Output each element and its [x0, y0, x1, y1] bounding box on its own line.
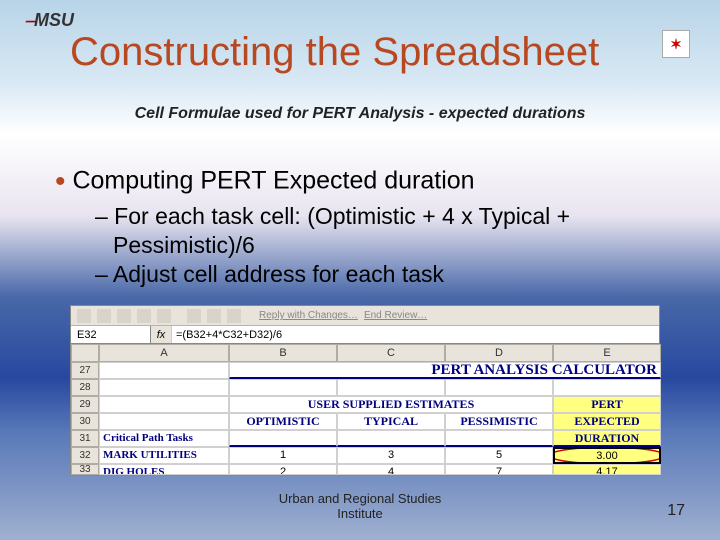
row-header[interactable]: 29	[71, 396, 99, 413]
task-label[interactable]: MARK UTILITIES	[99, 447, 229, 464]
slide-title: Constructing the Spreadsheet	[70, 30, 599, 75]
pert-title[interactable]: PERT ANALYSIS CALCULATOR	[229, 362, 661, 379]
bullet-main: • Computing PERT Expected duration	[55, 165, 475, 199]
cell[interactable]: 1	[229, 447, 337, 464]
cell[interactable]	[99, 362, 229, 379]
bullet-text: Computing PERT Expected duration	[72, 167, 474, 195]
cell[interactable]: 4	[337, 464, 445, 475]
toolbar-icon[interactable]	[207, 309, 221, 323]
task-label[interactable]: DIG HOLES	[99, 464, 229, 475]
toolbar-icon[interactable]	[77, 309, 91, 323]
footer: Urban and Regional Studies Institute	[0, 491, 720, 522]
cell-value: 3.00	[596, 450, 617, 462]
user-supplied-header[interactable]: USER SUPPLIED ESTIMATES	[229, 396, 553, 413]
formula-input[interactable]: =(B32+4*C32+D32)/6	[171, 326, 659, 343]
col-typical[interactable]: TYPICAL	[337, 413, 445, 430]
cell[interactable]	[445, 379, 553, 396]
cell[interactable]	[99, 379, 229, 396]
toolbar-icon[interactable]	[187, 309, 201, 323]
cell[interactable]: 5	[445, 447, 553, 464]
bullet-dot-icon: •	[55, 165, 66, 198]
cell[interactable]: 4.17	[553, 464, 661, 475]
col-header[interactable]: C	[337, 344, 445, 362]
toolbar-icon[interactable]	[157, 309, 171, 323]
row-header[interactable]: 32	[71, 447, 99, 464]
col-pessimistic[interactable]: PESSIMISTIC	[445, 413, 553, 430]
msu-logo: ⎯MSU	[25, 10, 74, 31]
row-header[interactable]: 31	[71, 430, 99, 447]
toolbar: Reply with Changes… End Review…	[71, 306, 659, 326]
cell[interactable]	[337, 430, 445, 447]
cell[interactable]	[445, 430, 553, 447]
col-optimistic[interactable]: OPTIMISTIC	[229, 413, 337, 430]
slide-subtitle: Cell Formulae used for PERT Analysis - e…	[0, 105, 720, 123]
sub-bullet-2: – Adjust cell address for each task	[95, 260, 680, 289]
toolbar-icon[interactable]	[97, 309, 111, 323]
col-header[interactable]: A	[99, 344, 229, 362]
col-header[interactable]: E	[553, 344, 661, 362]
cell[interactable]	[99, 396, 229, 413]
spreadsheet: Reply with Changes… End Review… E32 fx =…	[70, 305, 660, 476]
corner-cell[interactable]	[71, 344, 99, 362]
pert-header[interactable]: PERT	[553, 396, 661, 413]
row-header[interactable]: 27	[71, 362, 99, 379]
critical-path-label[interactable]: Critical Path Tasks	[99, 430, 229, 447]
fx-icon[interactable]: fx	[151, 329, 171, 341]
name-box[interactable]: E32	[71, 326, 151, 343]
selected-cell[interactable]: 3.00	[553, 447, 661, 464]
reply-changes-link[interactable]: Reply with Changes…	[259, 310, 358, 321]
sub-bullet-1: – For each task cell: (Optimistic + 4 x …	[95, 202, 680, 260]
cell[interactable]	[337, 379, 445, 396]
pert-header[interactable]: DURATION	[553, 430, 661, 447]
toolbar-icon[interactable]	[137, 309, 151, 323]
toolbar-icon[interactable]	[227, 309, 241, 323]
toolbar-icon[interactable]	[117, 309, 131, 323]
row-header[interactable]: 33	[71, 464, 99, 475]
grid: A B C D E 27 PERT ANALYSIS CALCULATOR 28…	[71, 344, 659, 475]
end-review-link[interactable]: End Review…	[364, 310, 427, 321]
cell[interactable]	[553, 379, 661, 396]
cell[interactable]	[99, 413, 229, 430]
footer-line2: Institute	[337, 506, 383, 521]
sub-bullets: – For each task cell: (Optimistic + 4 x …	[95, 202, 680, 288]
col-header[interactable]: B	[229, 344, 337, 362]
cell[interactable]: 3	[337, 447, 445, 464]
formula-bar: E32 fx =(B32+4*C32+D32)/6	[71, 326, 659, 344]
cell[interactable]	[229, 379, 337, 396]
page-number: 17	[667, 502, 685, 520]
col-header[interactable]: D	[445, 344, 553, 362]
row-header[interactable]: 28	[71, 379, 99, 396]
row-header[interactable]: 30	[71, 413, 99, 430]
cell[interactable]: 7	[445, 464, 553, 475]
cell[interactable]	[229, 430, 337, 447]
footer-line1: Urban and Regional Studies	[279, 491, 442, 506]
pert-header[interactable]: EXPECTED	[553, 413, 661, 430]
corner-logo: ✶	[662, 30, 690, 58]
cell[interactable]: 2	[229, 464, 337, 475]
